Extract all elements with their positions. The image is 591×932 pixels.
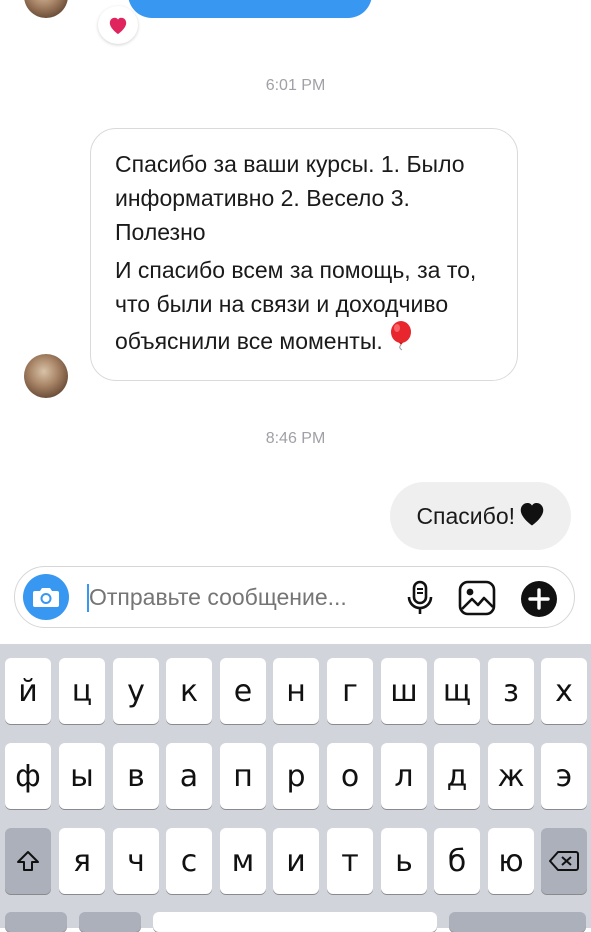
gallery-button[interactable] <box>458 580 496 621</box>
key[interactable]: л <box>381 743 427 809</box>
key[interactable]: ц <box>59 658 105 724</box>
gallery-icon <box>458 580 496 616</box>
key[interactable]: ф <box>5 743 51 809</box>
key[interactable]: с <box>166 828 212 894</box>
incoming-message-bubble[interactable]: Спасибо за ваши курсы. 1. Было информати… <box>90 128 518 381</box>
camera-button[interactable] <box>23 574 69 620</box>
key[interactable]: у <box>113 658 159 724</box>
key[interactable]: и <box>273 828 319 894</box>
key[interactable]: м <box>220 828 266 894</box>
more-options-button[interactable] <box>520 580 558 623</box>
key[interactable]: ш <box>381 658 427 724</box>
message-text-line: И спасибо всем за помощь, за то, что был… <box>115 257 477 354</box>
shift-key[interactable] <box>5 828 51 894</box>
sender-avatar[interactable] <box>24 354 68 398</box>
key[interactable]: р <box>273 743 319 809</box>
return-key[interactable] <box>449 912 586 932</box>
space-key[interactable] <box>153 912 437 932</box>
key[interactable]: ы <box>59 743 105 809</box>
message-input[interactable] <box>89 567 399 627</box>
key[interactable]: н <box>273 658 319 724</box>
key[interactable]: б <box>434 828 480 894</box>
message-timestamp: 6:01 PM <box>265 77 326 94</box>
key[interactable]: е <box>220 658 266 724</box>
key[interactable]: к <box>166 658 212 724</box>
key[interactable]: т <box>327 828 373 894</box>
key[interactable]: д <box>434 743 480 809</box>
key[interactable]: з <box>488 658 534 724</box>
globe-key[interactable] <box>79 912 141 932</box>
key[interactable]: щ <box>434 658 480 724</box>
outgoing-message-bubble[interactable]: Спасибо! <box>390 482 571 550</box>
key[interactable]: я <box>59 828 105 894</box>
key[interactable]: ч <box>113 828 159 894</box>
previous-outgoing-bubble[interactable] <box>128 0 372 18</box>
microphone-button[interactable] <box>403 580 437 621</box>
onscreen-keyboard: й ц у к е н г ш щ з х ф ы в а п р о л д … <box>0 644 591 932</box>
key[interactable]: э <box>541 743 587 809</box>
microphone-icon <box>407 580 433 614</box>
key[interactable]: о <box>327 743 373 809</box>
message-text-continued: И спасибо всем за помощь, за то, что был… <box>115 253 495 360</box>
key[interactable]: а <box>166 743 212 809</box>
balloon-icon <box>389 321 413 360</box>
message-text: Спасибо за ваши курсы. 1. Было информати… <box>115 151 465 245</box>
shift-icon <box>17 851 39 871</box>
backspace-key[interactable] <box>541 828 587 894</box>
key[interactable]: в <box>113 743 159 809</box>
heart-reaction[interactable] <box>98 6 138 44</box>
key[interactable]: й <box>5 658 51 724</box>
key[interactable]: х <box>541 658 587 724</box>
key[interactable]: п <box>220 743 266 809</box>
black-heart-icon <box>517 499 547 533</box>
camera-icon <box>33 588 59 607</box>
plus-icon <box>521 581 557 617</box>
key[interactable]: г <box>327 658 373 724</box>
backspace-icon <box>549 851 579 871</box>
sender-avatar[interactable] <box>24 0 68 18</box>
message-timestamp: 8:46 PM <box>265 430 326 447</box>
message-text: Спасибо! <box>416 502 515 529</box>
key[interactable]: ю <box>488 828 534 894</box>
key[interactable]: ь <box>381 828 427 894</box>
heart-icon <box>109 17 127 35</box>
message-composer <box>14 566 575 628</box>
numbers-key[interactable] <box>5 912 67 932</box>
key[interactable]: ж <box>488 743 534 809</box>
